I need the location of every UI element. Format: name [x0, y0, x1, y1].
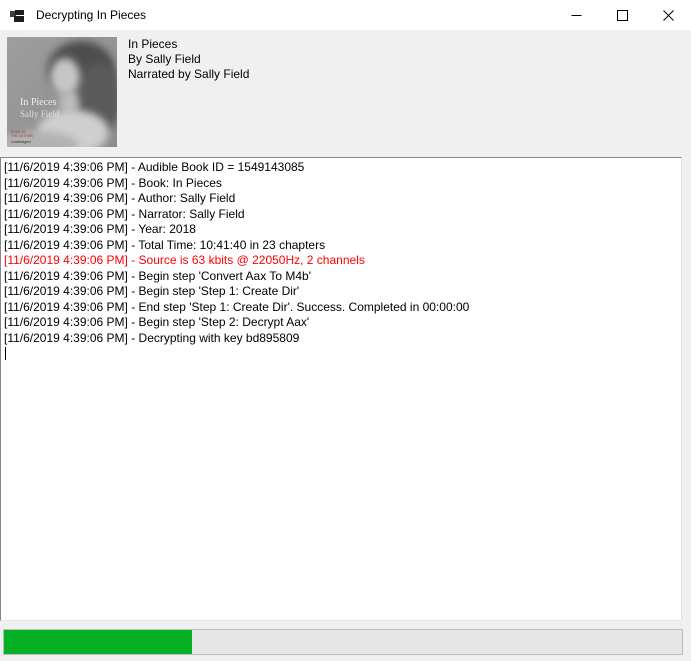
cover-edition-text: Unabridged: [11, 140, 31, 144]
log-textbox[interactable]: [11/6/2019 4:39:06 PM] - Audible Book ID…: [0, 157, 682, 621]
book-cover-art: In Pieces Sally Field READ BY THE AUTHOR…: [7, 37, 117, 147]
progress-fill: [4, 630, 192, 654]
log-entry: [11/6/2019 4:39:06 PM] - Begin step 'Con…: [4, 269, 678, 285]
close-icon: [663, 10, 674, 21]
log-entry: [11/6/2019 4:39:06 PM] - Book: In Pieces: [4, 176, 678, 192]
log-entry: [11/6/2019 4:39:06 PM] - End step 'Step …: [4, 300, 678, 316]
progress-bar: [3, 629, 683, 655]
window-controls: [553, 0, 691, 30]
book-meta: In Pieces By Sally Field Narrated by Sal…: [128, 37, 249, 82]
log-entry: [11/6/2019 4:39:06 PM] - Author: Sally F…: [4, 191, 678, 207]
close-button[interactable]: [645, 0, 691, 30]
app-icon: [9, 7, 25, 23]
log-entry: [11/6/2019 4:39:06 PM] - Year: 2018: [4, 222, 678, 238]
app-window: Decrypting In Pieces: [0, 0, 691, 661]
caret-line: [4, 346, 678, 362]
cover-readby-line2: THE AUTHOR: [11, 134, 33, 138]
book-title: In Pieces: [128, 37, 249, 52]
book-author-line: By Sally Field: [128, 52, 249, 67]
text-caret: [5, 347, 6, 360]
book-narrator-line: Narrated by Sally Field: [128, 67, 249, 82]
log-entry: [11/6/2019 4:39:06 PM] - Decrypting with…: [4, 331, 678, 347]
cover-title-text: In Pieces: [20, 97, 56, 108]
log-entry: [11/6/2019 4:39:06 PM] - Audible Book ID…: [4, 160, 678, 176]
log-entry: [11/6/2019 4:39:06 PM] - Narrator: Sally…: [4, 207, 678, 223]
log-rows: [11/6/2019 4:39:06 PM] - Audible Book ID…: [4, 160, 678, 346]
maximize-button[interactable]: [599, 0, 645, 30]
titlebar: Decrypting In Pieces: [0, 0, 691, 30]
log-entry: [11/6/2019 4:39:06 PM] - Begin step 'Ste…: [4, 315, 678, 331]
minimize-button[interactable]: [553, 0, 599, 30]
log-entry: [11/6/2019 4:39:06 PM] - Begin step 'Ste…: [4, 284, 678, 300]
log-entry: [11/6/2019 4:39:06 PM] - Total Time: 10:…: [4, 238, 678, 254]
log-entry: [11/6/2019 4:39:06 PM] - Source is 63 kb…: [4, 253, 678, 269]
window-title: Decrypting In Pieces: [36, 8, 146, 22]
minimize-icon: [571, 10, 582, 21]
maximize-icon: [617, 10, 628, 21]
cover-author-text: Sally Field: [20, 109, 60, 119]
